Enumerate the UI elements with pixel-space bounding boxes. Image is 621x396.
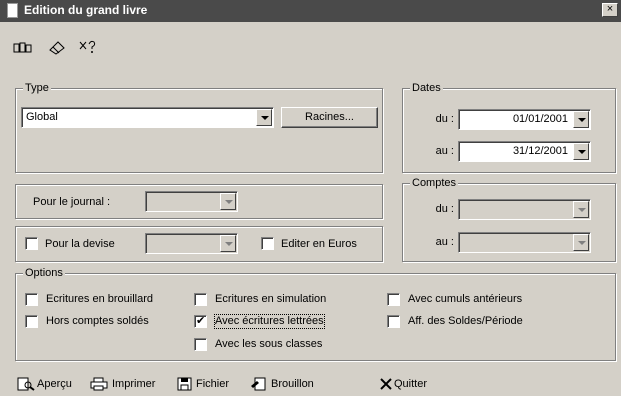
eraser-icon[interactable]: [47, 39, 67, 55]
chevron-down-icon[interactable]: [573, 143, 589, 160]
aff-soldes-checkbox[interactable]: [387, 315, 400, 328]
racines-button[interactable]: Racines...: [281, 107, 378, 128]
comptes-au-select[interactable]: [458, 232, 591, 253]
ecritures-brouillard-label: Ecritures en brouillard: [46, 293, 153, 305]
books-icon[interactable]: [13, 39, 33, 55]
type-value: Global: [26, 111, 58, 123]
hors-comptes-soldes-label: Hors comptes soldés: [46, 315, 149, 327]
cumuls-label: Avec cumuls antérieurs: [408, 293, 523, 305]
preview-icon[interactable]: [17, 377, 35, 391]
date-au-field[interactable]: 31/12/2001: [458, 141, 591, 162]
draft-icon[interactable]: [250, 377, 268, 391]
floppy-icon[interactable]: [176, 377, 194, 391]
date-au-value: 31/12/2001: [512, 145, 568, 157]
ecritures-lettrees-checkbox[interactable]: [194, 315, 207, 328]
journal-label: Pour le journal :: [33, 196, 111, 208]
chevron-down-icon[interactable]: [220, 235, 236, 252]
chevron-down-icon[interactable]: [256, 109, 272, 126]
devise-checkbox[interactable]: [25, 237, 38, 250]
dates-legend: Dates: [410, 82, 443, 95]
comptes-legend: Comptes: [410, 177, 459, 190]
euros-label: Editer en Euros: [281, 238, 357, 250]
ecritures-simulation-label: Ecritures en simulation: [215, 293, 327, 305]
type-legend: Type: [23, 82, 51, 95]
journal-select[interactable]: [145, 191, 238, 212]
au-label: au :: [435, 145, 454, 157]
window-title: Edition du grand livre: [24, 3, 148, 17]
cumuls-checkbox[interactable]: [387, 293, 400, 306]
ecritures-simulation-checkbox[interactable]: [194, 293, 207, 306]
chevron-down-icon[interactable]: [573, 234, 589, 251]
app-icon: [7, 3, 18, 18]
aff-soldes-label: Aff. des Soldes/Période: [408, 315, 523, 327]
date-du-field[interactable]: 01/01/2001: [458, 109, 591, 130]
racines-label: Racines...: [305, 111, 354, 123]
chevron-down-icon[interactable]: [573, 111, 589, 128]
du-label: du :: [435, 113, 454, 125]
quitter-button[interactable]: Quitter: [394, 378, 427, 391]
printer-icon[interactable]: [90, 377, 108, 391]
devise-select[interactable]: [145, 233, 238, 254]
close-button[interactable]: ×: [602, 3, 618, 17]
type-select[interactable]: Global: [21, 107, 274, 128]
title-bar: Edition du grand livre ×: [0, 0, 621, 22]
devise-label: Pour la devise: [45, 238, 115, 250]
brouillon-button[interactable]: Brouillon: [271, 378, 314, 391]
chevron-down-icon[interactable]: [220, 193, 236, 210]
hors-comptes-soldes-checkbox[interactable]: [25, 315, 38, 328]
sous-classes-label: Avec les sous classes: [215, 338, 323, 350]
options-legend: Options: [23, 267, 65, 280]
sous-classes-checkbox[interactable]: [194, 338, 207, 351]
ecritures-brouillard-checkbox[interactable]: [25, 293, 38, 306]
help-icon[interactable]: [78, 39, 98, 55]
comptes-au-label: au :: [435, 236, 454, 248]
comptes-du-label: du :: [435, 203, 454, 215]
euros-checkbox[interactable]: [261, 237, 274, 250]
type-group: Type: [15, 82, 383, 173]
apercu-button[interactable]: Aperçu: [37, 378, 72, 391]
ecritures-lettrees-label: Avec écritures lettrées: [214, 314, 325, 329]
comptes-du-select[interactable]: [458, 199, 591, 220]
chevron-down-icon[interactable]: [573, 201, 589, 218]
fichier-button[interactable]: Fichier: [196, 378, 229, 391]
date-du-value: 01/01/2001: [512, 113, 568, 125]
imprimer-button[interactable]: Imprimer: [112, 378, 155, 391]
